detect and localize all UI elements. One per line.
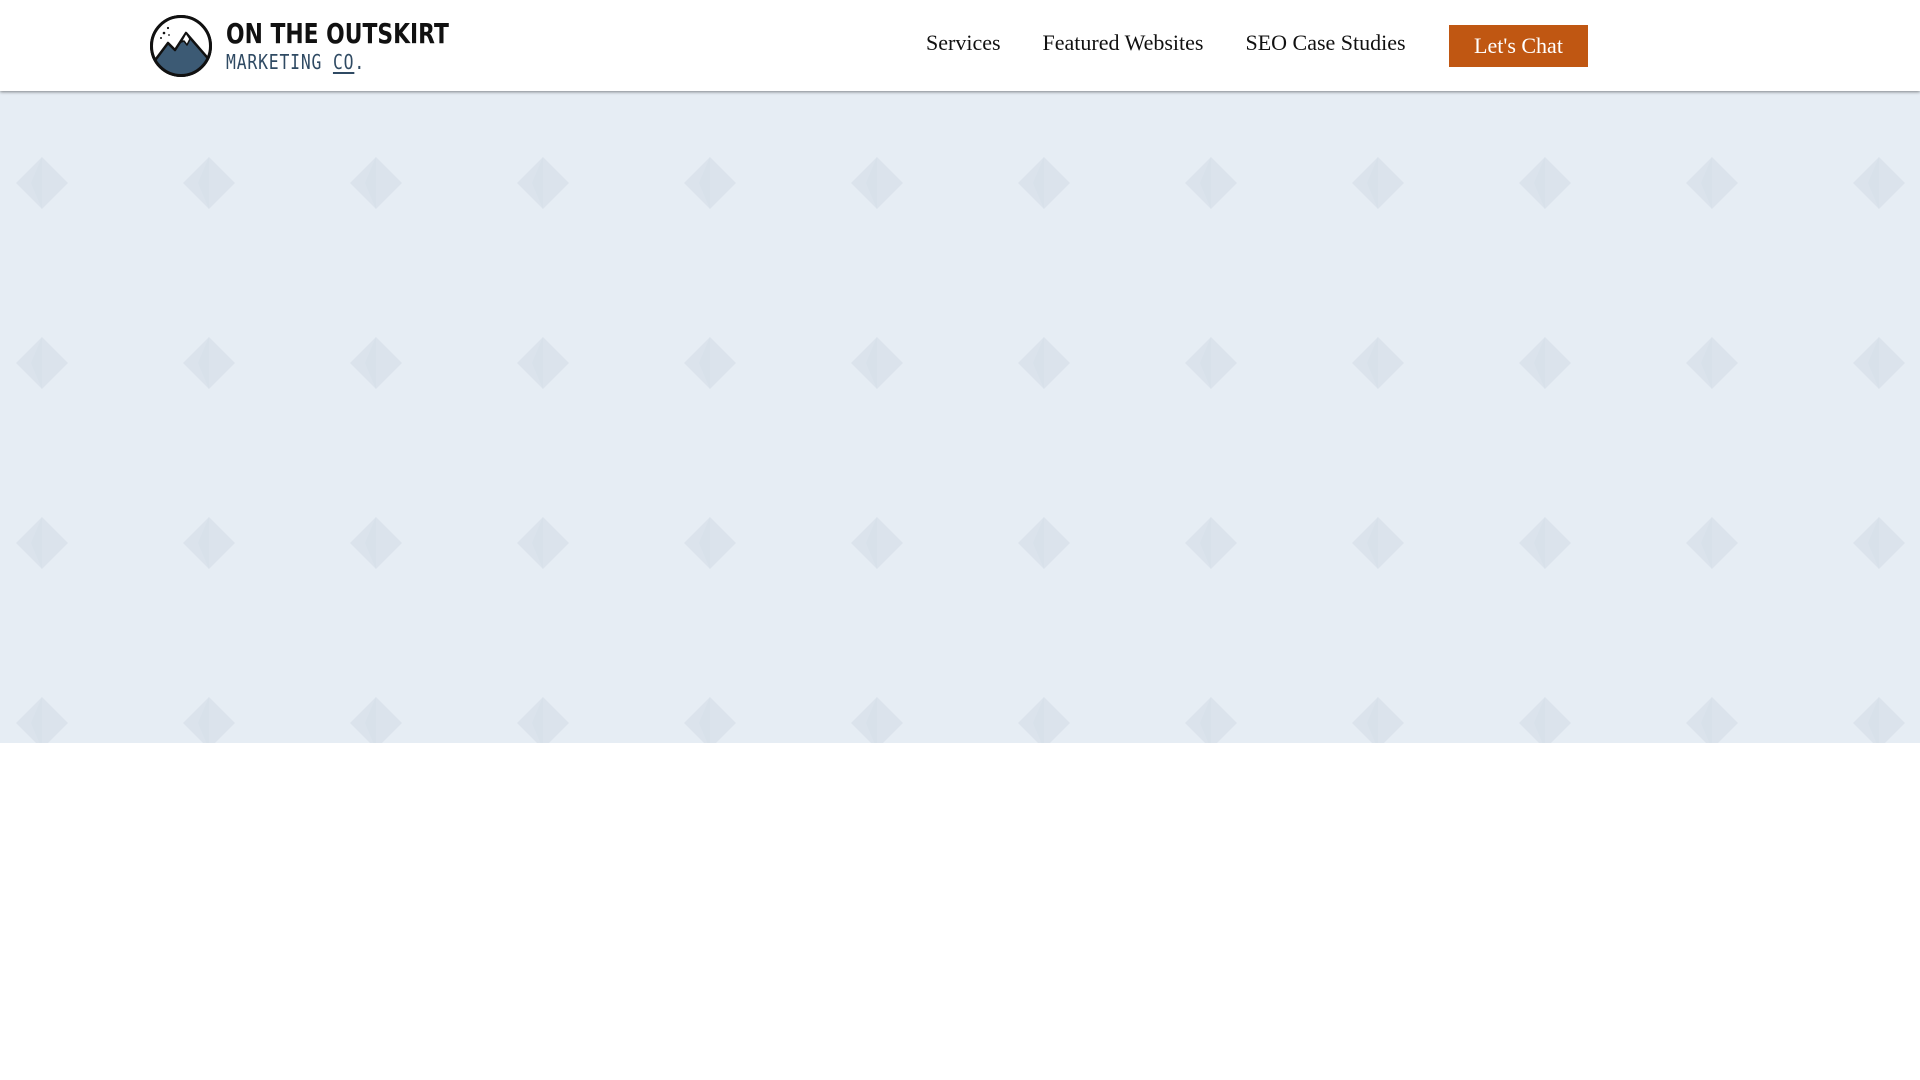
brand-wordmark: ON THE OUTSKIRT MARKETING CO. [226,17,512,74]
brand-tagline: MARKETING CO. [226,50,366,74]
nav-services[interactable]: Services [926,30,1001,56]
brand-logo[interactable]: ON THE OUTSKIRT MARKETING CO. [148,12,512,80]
diamond-pattern-background [0,91,1920,743]
content-area [0,743,1920,1080]
main-nav: Services Featured Websites SEO Case Stud… [926,30,1406,56]
lets-chat-button[interactable]: Let's Chat [1449,25,1588,67]
hero-pattern-section [0,91,1920,743]
nav-seo-case-studies[interactable]: SEO Case Studies [1245,30,1405,56]
brand-name: ON THE OUTSKIRT [226,17,449,50]
site-header: ON THE OUTSKIRT MARKETING CO. Services F… [0,0,1920,91]
mountain-logo-icon [150,15,212,77]
nav-featured-websites[interactable]: Featured Websites [1043,30,1204,56]
